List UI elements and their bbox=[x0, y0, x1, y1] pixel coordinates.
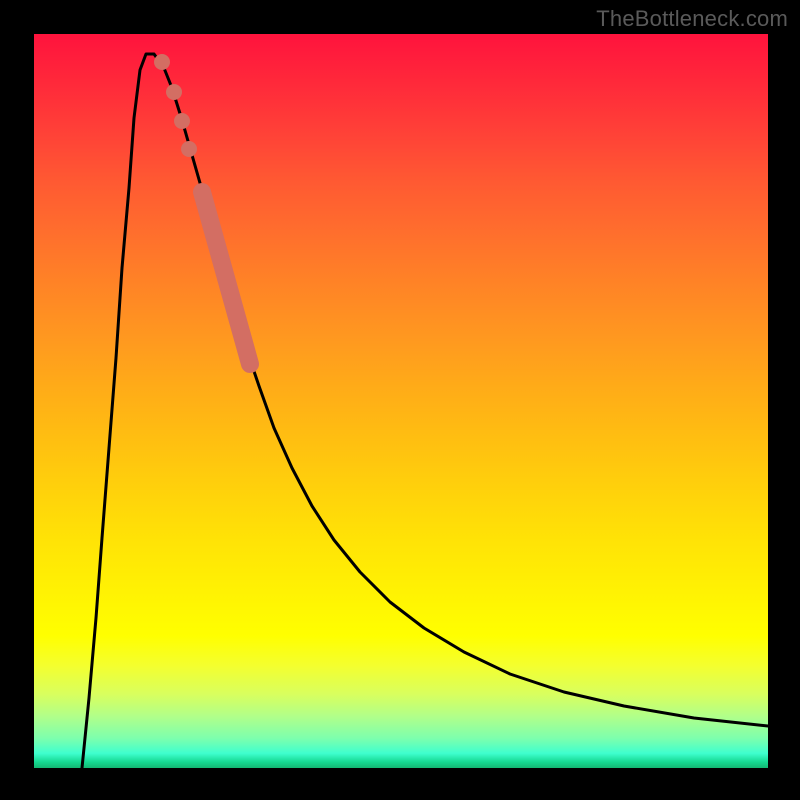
marker-segment bbox=[202, 192, 250, 364]
marker-dot bbox=[154, 54, 170, 70]
marker-dot bbox=[166, 84, 182, 100]
marker-dot bbox=[174, 113, 190, 129]
curve-line bbox=[82, 54, 768, 768]
chart-svg bbox=[34, 34, 768, 768]
watermark-text: TheBottleneck.com bbox=[596, 6, 788, 32]
marker-dot bbox=[181, 141, 197, 157]
plot-area bbox=[34, 34, 768, 768]
chart-frame: TheBottleneck.com bbox=[0, 0, 800, 800]
